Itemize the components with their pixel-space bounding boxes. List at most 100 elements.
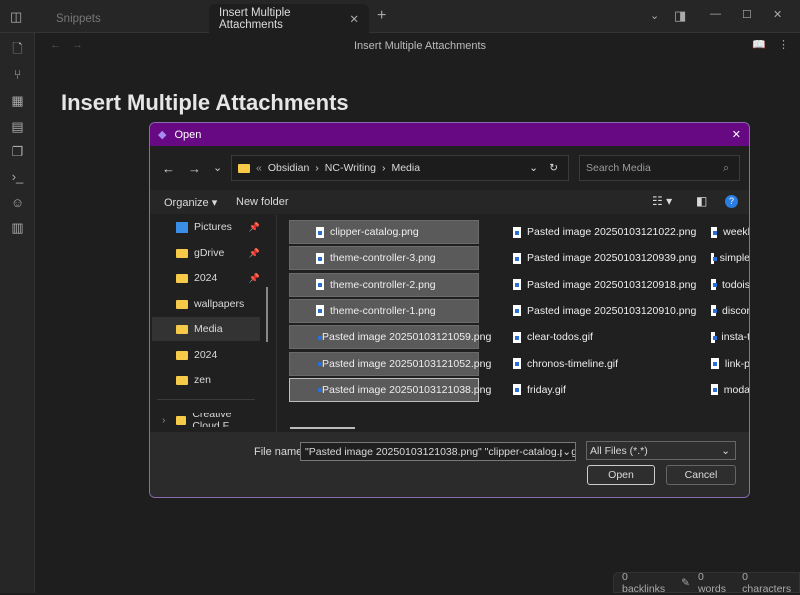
file-item[interactable]: Pasted image 20250103121022.png	[487, 220, 696, 244]
new-tab-icon[interactable]: +	[377, 7, 386, 25]
file-item[interactable]: weekl	[685, 220, 750, 244]
file-item[interactable]: friday.gif	[487, 378, 566, 402]
file-item[interactable]: clipper-catalog.png	[289, 220, 479, 244]
file-item[interactable]: theme-controller-2.png	[289, 272, 479, 297]
file-name: moda	[723, 383, 750, 396]
file-item[interactable]: Pasted image 20250103120910.png	[487, 299, 696, 323]
note-title: Insert Multiple Attachments	[61, 90, 349, 115]
file-item[interactable]: insta-t	[685, 325, 749, 349]
grid-icon[interactable]: ▦	[10, 93, 25, 108]
close-icon[interactable]: ✕	[349, 12, 359, 26]
back-icon[interactable]: ←	[50, 39, 61, 51]
file-item[interactable]: link-p	[685, 352, 750, 376]
image-file-icon	[316, 279, 324, 291]
file-name: Pasted image 20250103121052.png	[322, 357, 492, 370]
file-item[interactable]: clear-todos.gif	[487, 325, 593, 349]
file-item[interactable]: chronos-timeline.gif	[487, 352, 618, 376]
chevron-down-icon[interactable]: ⌄	[562, 446, 571, 458]
file-item[interactable]: simple	[685, 246, 750, 270]
file-name: discor	[721, 304, 750, 317]
image-file-icon	[711, 252, 717, 264]
file-item[interactable]: theme-controller-3.png	[289, 246, 479, 271]
right-sidebar-icon[interactable]: ◨	[674, 8, 686, 24]
file-item[interactable]: moda	[685, 378, 750, 402]
image-file-icon	[711, 358, 719, 369]
character-count: 0 characters	[742, 570, 792, 595]
file-item[interactable]: Pasted image 20250103121038.png	[289, 377, 491, 402]
image-file-icon	[711, 305, 717, 317]
image-file-icon	[513, 384, 521, 396]
file-name: simple	[719, 252, 750, 265]
word-count: 0 words	[697, 570, 726, 595]
file-name: theme-controller-1.png	[330, 304, 436, 317]
image-file-icon	[711, 279, 717, 291]
reading-view-icon[interactable]: 📖	[752, 38, 766, 51]
backlinks-count[interactable]: 0 backlinks	[622, 571, 673, 595]
tab-insert-multiple-attachments[interactable]: Insert Multiple Attachments ✕	[209, 4, 369, 33]
tab-label: Insert Multiple Attachments	[219, 6, 291, 31]
image-file-icon	[711, 226, 718, 238]
table-icon[interactable]: ▥	[10, 220, 25, 235]
file-name: Pasted image 20250103121038.png	[322, 383, 492, 396]
file-name: link-p	[724, 357, 750, 370]
chevron-down-icon: ⌄	[721, 445, 730, 457]
image-file-icon	[513, 331, 521, 343]
open-button[interactable]: Open	[587, 465, 655, 485]
file-item[interactable]: Pasted image 20250103121059.png	[289, 325, 491, 350]
file-name: Pasted image 20250103120939.png	[527, 252, 697, 265]
terminal-icon[interactable]: ›_	[10, 169, 25, 184]
graph-icon[interactable]: ⑂	[10, 67, 25, 82]
file-name: Pasted image 20250103120918.png	[527, 278, 697, 291]
file-name: theme-controller-2.png	[330, 278, 436, 291]
file-name: theme-controller-3.png	[330, 252, 436, 265]
file-name-input[interactable]: "Pasted image 20250103121038.png" "clipp…	[300, 442, 576, 461]
sidebar-toggle-icon[interactable]: ◫	[10, 9, 22, 25]
tab-bar: ◫ Snippets Insert Multiple Attachments ✕ …	[0, 0, 800, 33]
file-name: clipper-catalog.png	[330, 226, 419, 238]
minimize-icon[interactable]: —	[710, 8, 721, 20]
dialog-footer: File name: "Pasted image 20250103121038.…	[150, 432, 749, 497]
image-file-icon	[316, 305, 324, 317]
file-item[interactable]: theme-controller-1.png	[289, 298, 479, 323]
file-item[interactable]: Pasted image 20250103120918.png	[487, 273, 696, 297]
edit-icon[interactable]: ✎	[681, 577, 690, 589]
file-type-value: All Files (*.*)	[590, 445, 648, 457]
image-file-icon	[711, 331, 718, 343]
file-name: Pasted image 20250103121022.png	[527, 226, 697, 238]
image-file-icon	[513, 358, 521, 369]
close-window-icon[interactable]: ✕	[773, 8, 782, 21]
horizontal-scrollbar[interactable]	[290, 427, 355, 429]
image-file-icon	[513, 226, 521, 238]
image-file-icon	[513, 279, 521, 291]
image-file-icon	[316, 252, 324, 264]
file-item[interactable]: todois	[685, 273, 750, 297]
smiley-icon[interactable]: ☺	[10, 195, 25, 210]
file-type-select[interactable]: All Files (*.*) ⌄	[586, 441, 736, 460]
file-name-value: "Pasted image 20250103121038.png" "clipp…	[305, 446, 576, 458]
more-options-icon[interactable]: ⋮	[778, 38, 789, 51]
header-title: Insert Multiple Attachments	[354, 40, 487, 52]
file-name: friday.gif	[527, 383, 566, 396]
ribbon: 🗋 ⑂ ▦ ▤ ❐ ›_ ☺ ▥	[0, 33, 35, 593]
file-name: Pasted image 20250103121059.png	[322, 331, 492, 344]
open-file-dialog: ◆ Open ✕ ← → ⌄ « Obsidian › NC-Writing › M…	[149, 122, 750, 498]
file-name: weekl	[723, 226, 750, 238]
forward-icon[interactable]: →	[72, 39, 83, 51]
file-item[interactable]: discor	[685, 299, 750, 323]
tab-snippets[interactable]: Snippets	[46, 4, 111, 33]
image-file-icon	[316, 226, 324, 238]
tab-label: Snippets	[56, 12, 101, 25]
file-item[interactable]: Pasted image 20250103120939.png	[487, 246, 696, 270]
file-item[interactable]: Pasted image 20250103121052.png	[289, 351, 491, 376]
copy-icon[interactable]: ❐	[10, 144, 25, 159]
file-search-icon[interactable]: 🗋	[10, 41, 25, 56]
file-name: chronos-timeline.gif	[527, 357, 619, 370]
maximize-icon[interactable]: ☐	[742, 8, 752, 21]
image-file-icon	[513, 252, 521, 264]
chevron-down-icon[interactable]: ⌄	[650, 9, 659, 22]
cancel-button[interactable]: Cancel	[666, 465, 736, 485]
file-name: todois	[721, 278, 750, 291]
file-name-label: File name:	[254, 446, 306, 458]
image-file-icon	[711, 384, 718, 396]
calendar-icon[interactable]: ▤	[10, 119, 25, 134]
